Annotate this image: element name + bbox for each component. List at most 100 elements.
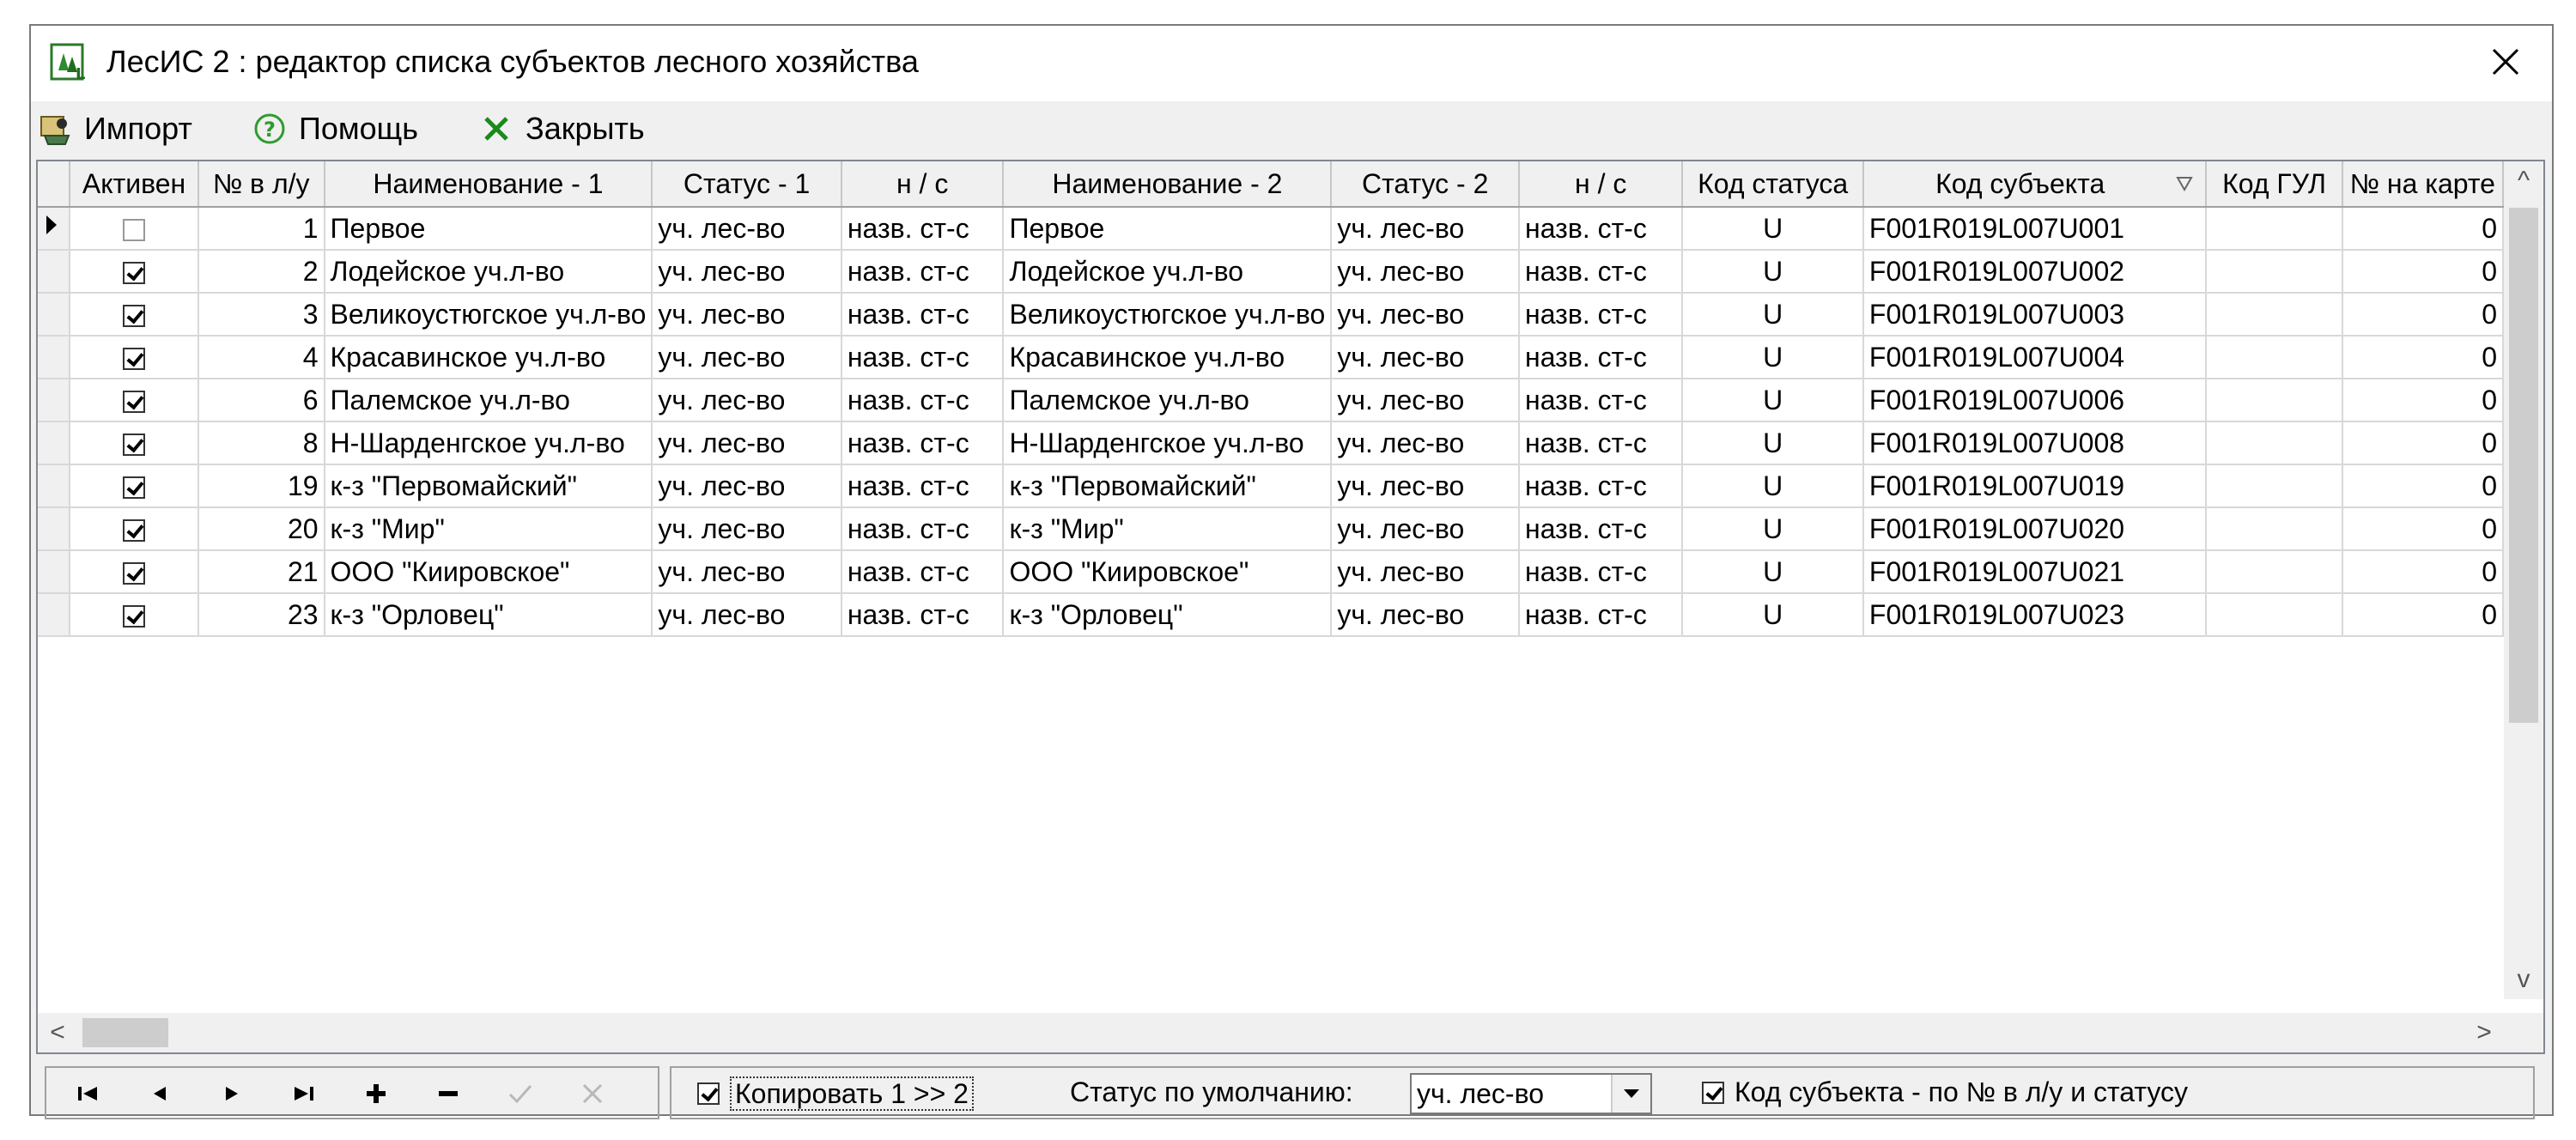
cell-status1[interactable]: уч. лес-во [652, 250, 842, 294]
cell-name2[interactable]: Красавинское уч.л-во [1003, 336, 1333, 379]
cell-name1[interactable]: Н-Шарденгское уч.л-во [324, 421, 653, 465]
cell-name2[interactable]: Первое [1003, 207, 1333, 251]
cell-subject-code[interactable]: F001R019L007U021 [1862, 550, 2208, 594]
cell-map-no[interactable]: 0 [2342, 464, 2504, 508]
cell-status1[interactable]: уч. лес-во [652, 593, 842, 637]
active-checkbox[interactable] [123, 605, 146, 628]
cell-status-code[interactable]: U [1682, 593, 1864, 637]
cell-status-code[interactable]: U [1682, 336, 1864, 379]
active-cell[interactable] [70, 421, 199, 465]
active-checkbox[interactable] [123, 262, 146, 285]
cell-map-no[interactable]: 0 [2342, 336, 2504, 379]
cell-name2[interactable]: к-з "Орловец" [1003, 593, 1333, 637]
cell-status-code[interactable]: U [1682, 464, 1864, 508]
cell-status1[interactable]: уч. лес-во [652, 421, 842, 465]
cell-name2[interactable]: ООО "Киировское" [1003, 550, 1333, 594]
active-cell[interactable] [70, 379, 199, 422]
cell-ns2[interactable]: назв. ст-с [1519, 421, 1684, 465]
table-row[interactable]: 20 к-з "Мир" уч. лес-во назв. ст-с к-з "Мир"… [38, 507, 2504, 551]
cell-gul[interactable] [2206, 293, 2343, 337]
cell-num[interactable]: 20 [197, 507, 325, 551]
column-header[interactable]: Наименование - 1 [324, 161, 653, 208]
column-header[interactable]: Статус - 1 [652, 161, 842, 208]
row-indicator[interactable] [38, 464, 71, 508]
cell-num[interactable]: 19 [197, 464, 325, 508]
active-cell[interactable] [70, 293, 199, 337]
cell-num[interactable]: 4 [197, 336, 325, 379]
cell-ns1[interactable]: назв. ст-с [841, 207, 1005, 251]
subject-code-checkbox[interactable] [1702, 1081, 1724, 1104]
data-grid[interactable]: Активен № в л/у Наименование - 1 Статус … [36, 160, 2545, 1054]
scroll-down-icon[interactable]: v [2504, 960, 2543, 999]
cell-ns2[interactable]: назв. ст-с [1519, 550, 1684, 594]
cell-ns2[interactable]: назв. ст-с [1519, 507, 1684, 551]
cell-subject-code[interactable]: F001R019L007U006 [1862, 379, 2208, 422]
cell-status2[interactable]: уч. лес-во [1331, 293, 1521, 337]
cell-gul[interactable] [2206, 464, 2343, 508]
last-record-button[interactable] [273, 1075, 335, 1113]
cell-status1[interactable]: уч. лес-во [652, 507, 842, 551]
cell-ns2[interactable]: назв. ст-с [1519, 336, 1684, 379]
active-cell[interactable] [70, 593, 199, 637]
cell-status2[interactable]: уч. лес-во [1331, 593, 1521, 637]
column-header[interactable]: Код ГУЛ [2206, 161, 2343, 208]
active-cell[interactable] [70, 250, 199, 294]
dropdown-arrow-button[interactable] [1611, 1075, 1650, 1113]
cell-num[interactable]: 6 [197, 379, 325, 422]
cell-status2[interactable]: уч. лес-во [1331, 464, 1521, 508]
horizontal-scrollbar[interactable]: < > [38, 1013, 2504, 1052]
column-header-sorted[interactable]: Код субъекта [1862, 161, 2208, 208]
table-row[interactable]: 1 Первое уч. лес-во назв. ст-с Первое уч. лес… [38, 207, 2504, 251]
cell-map-no[interactable]: 0 [2342, 250, 2504, 294]
cell-status1[interactable]: уч. лес-во [652, 379, 842, 422]
vertical-scrollbar[interactable]: ^ v [2504, 161, 2543, 999]
scroll-right-icon[interactable]: > [2464, 1013, 2504, 1052]
cancel-edit-button[interactable] [562, 1075, 623, 1113]
cell-map-no[interactable]: 0 [2342, 293, 2504, 337]
column-header[interactable]: Активен [70, 161, 199, 208]
column-header[interactable]: н / с [1519, 161, 1684, 208]
post-edit-button[interactable] [489, 1075, 551, 1113]
cell-status1[interactable]: уч. лес-во [652, 293, 842, 337]
row-indicator[interactable] [38, 250, 71, 294]
active-cell[interactable] [70, 336, 199, 379]
cell-ns1[interactable]: назв. ст-с [841, 421, 1005, 465]
cell-ns1[interactable]: назв. ст-с [841, 507, 1005, 551]
cell-map-no[interactable]: 0 [2342, 421, 2504, 465]
cell-subject-code[interactable]: F001R019L007U002 [1862, 250, 2208, 294]
cell-name1[interactable]: ООО "Киировское" [324, 550, 653, 594]
cell-ns1[interactable]: назв. ст-с [841, 550, 1005, 594]
cell-gul[interactable] [2206, 207, 2343, 251]
cell-status2[interactable]: уч. лес-во [1331, 379, 1521, 422]
row-indicator[interactable] [38, 379, 71, 422]
cell-ns2[interactable]: назв. ст-с [1519, 207, 1684, 251]
cell-status-code[interactable]: U [1682, 207, 1864, 251]
cell-subject-code[interactable]: F001R019L007U003 [1862, 293, 2208, 337]
active-checkbox[interactable] [123, 519, 146, 543]
cell-status2[interactable]: уч. лес-во [1331, 207, 1521, 251]
cell-ns1[interactable]: назв. ст-с [841, 293, 1005, 337]
row-indicator[interactable] [38, 336, 71, 379]
help-button[interactable]: ? Помощь [251, 108, 418, 149]
cell-subject-code[interactable]: F001R019L007U004 [1862, 336, 2208, 379]
cell-name2[interactable]: Палемское уч.л-во [1003, 379, 1333, 422]
table-row[interactable]: 21 ООО "Киировское" уч. лес-во назв. ст-с ОО… [38, 550, 2504, 594]
horizontal-scroll-thumb[interactable] [82, 1018, 168, 1047]
cell-status1[interactable]: уч. лес-во [652, 207, 842, 251]
row-indicator[interactable] [38, 207, 71, 251]
cell-ns2[interactable]: назв. ст-с [1519, 464, 1684, 508]
cell-ns2[interactable]: назв. ст-с [1519, 593, 1684, 637]
table-row[interactable]: 8 Н-Шарденгское уч.л-во уч. лес-во назв. ст… [38, 421, 2504, 465]
cell-ns2[interactable]: назв. ст-с [1519, 293, 1684, 337]
prior-record-button[interactable] [129, 1075, 191, 1113]
column-header[interactable]: № на карте [2342, 161, 2504, 208]
cell-ns1[interactable]: назв. ст-с [841, 336, 1005, 379]
cell-status2[interactable]: уч. лес-во [1331, 421, 1521, 465]
active-checkbox[interactable] [123, 219, 146, 242]
default-status-select[interactable]: уч. лес-во [1410, 1073, 1652, 1114]
cell-map-no[interactable]: 0 [2342, 379, 2504, 422]
cell-name2[interactable]: к-з "Первомайский" [1003, 464, 1333, 508]
cell-ns2[interactable]: назв. ст-с [1519, 250, 1684, 294]
row-indicator[interactable] [38, 507, 71, 551]
cell-status2[interactable]: уч. лес-во [1331, 336, 1521, 379]
